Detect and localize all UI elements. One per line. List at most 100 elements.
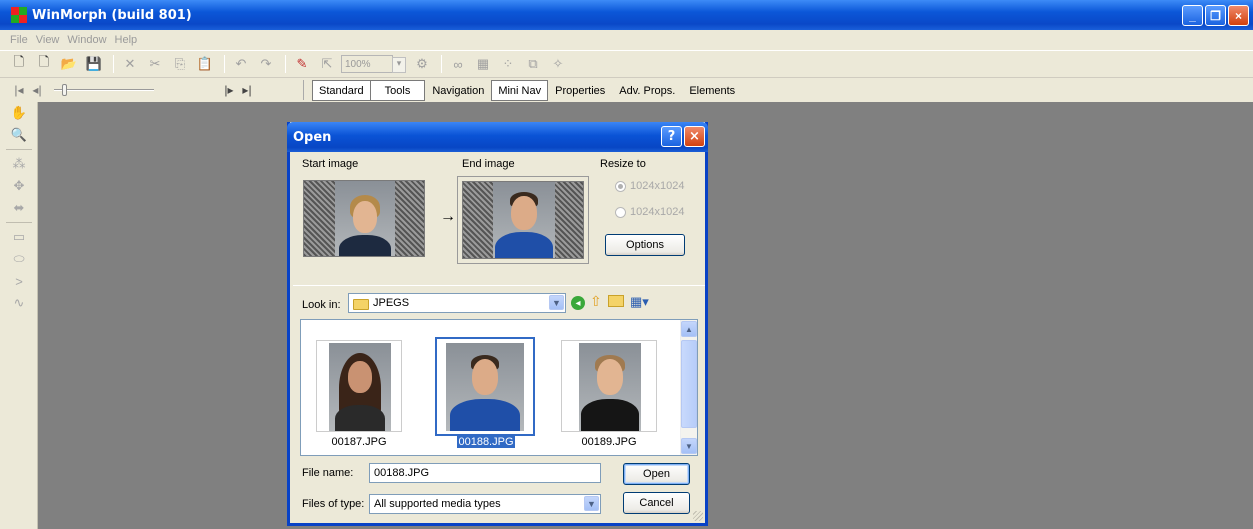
tab-properties[interactable]: Properties: [548, 80, 612, 101]
resize-option-2: 1024x1024: [615, 206, 684, 218]
frame-slider[interactable]: [54, 83, 154, 97]
scroll-down-icon[interactable]: ▼: [681, 438, 697, 454]
cut-icon[interactable]: ✂: [144, 54, 166, 74]
previous-frame-icon[interactable]: ◂|: [28, 83, 46, 97]
files-of-type-label: Files of type:: [302, 498, 365, 510]
scroll-up-icon[interactable]: ▲: [681, 321, 697, 337]
chevron-down-icon[interactable]: ▼: [549, 295, 564, 310]
portrait-photo: [579, 343, 641, 431]
folder-icon: [353, 298, 369, 310]
look-in-select[interactable]: JPEGS ▼: [348, 293, 566, 313]
chevron-down-icon[interactable]: ▼: [584, 496, 599, 511]
edit-icon[interactable]: ✎: [291, 54, 313, 74]
files-of-type-select[interactable]: All supported media types ▼: [369, 494, 601, 514]
morph-arrow: →: [440, 208, 456, 225]
link-icon[interactable]: ∞: [447, 54, 469, 74]
radio-button[interactable]: [615, 206, 626, 218]
pointer-icon[interactable]: ⇱: [316, 54, 338, 74]
slider-handle[interactable]: [62, 84, 67, 96]
restore-button[interactable]: ❐: [1205, 5, 1226, 26]
hand-icon[interactable]: ✋: [0, 102, 38, 124]
tab-navigation[interactable]: Navigation: [425, 80, 491, 101]
main-toolbar: 🗋 🗋 📂 💾 ✕ ✂ ⎘ 📋 ↶ ↷ ✎ ⇱ 100% ⚙ ∞ ▦ ⁘ ⧉ ✧: [0, 50, 1253, 77]
left-tool-panel: ✋ 🔍 ⁂ ✥ ⬌ ▭ ⬭ > ∿: [0, 102, 38, 529]
menu-window[interactable]: Window: [67, 34, 106, 46]
open-folder-icon[interactable]: 📂: [58, 54, 80, 74]
vertical-scrollbar[interactable]: ▲ ▼: [680, 320, 697, 455]
last-frame-icon[interactable]: ▸|: [238, 83, 256, 97]
portrait-photo: [329, 343, 391, 431]
minimize-button[interactable]: _: [1182, 5, 1203, 26]
radio-button-selected[interactable]: [615, 180, 626, 192]
copy-icon[interactable]: ⎘: [169, 54, 191, 74]
file-thumbnail-00187[interactable]: [316, 340, 402, 432]
redo-icon[interactable]: ↷: [255, 54, 277, 74]
resize-icon[interactable]: ⬌: [0, 197, 38, 219]
tab-standard[interactable]: Standard: [312, 80, 371, 101]
menu-view[interactable]: View: [36, 34, 60, 46]
curve-icon[interactable]: ∿: [0, 292, 38, 314]
back-icon[interactable]: ◂: [571, 296, 585, 310]
next-frame-icon[interactable]: |▸: [220, 83, 238, 97]
navigation-toolbar: |◂ ◂| |▸ ▸| Standard Tools Navigation Mi…: [0, 77, 1253, 102]
file-thumbnail-00189[interactable]: [561, 340, 657, 432]
file-name-00188[interactable]: 00188.JPG: [451, 436, 521, 448]
points-icon[interactable]: ⁘: [497, 54, 519, 74]
view-menu-icon[interactable]: ▦▾: [630, 294, 649, 310]
new-file-icon[interactable]: 🗋: [33, 54, 55, 74]
start-image-label: Start image: [302, 158, 359, 170]
file-name-input[interactable]: 00188.JPG: [369, 463, 601, 483]
start-portrait-photo: [335, 181, 395, 256]
look-in-label: Look in:: [302, 299, 341, 311]
new-project-icon[interactable]: 🗋: [8, 54, 30, 74]
tab-tools[interactable]: Tools: [369, 80, 426, 101]
panel-tabs: Standard Tools Navigation Mini Nav Prope…: [312, 80, 742, 101]
magnifier-icon[interactable]: 🔍: [0, 124, 38, 146]
morph-settings-icon[interactable]: ⚙: [411, 54, 433, 74]
menu-bar: File View Window Help: [0, 30, 1253, 50]
help-button[interactable]: ?: [661, 126, 682, 147]
cancel-button[interactable]: Cancel: [623, 492, 690, 514]
delete-icon[interactable]: ✕: [119, 54, 141, 74]
resize-grip-icon[interactable]: [693, 511, 703, 521]
effects-icon[interactable]: ✧: [547, 54, 569, 74]
dialog-close-button[interactable]: ×: [684, 126, 705, 147]
file-name-label: File name:: [302, 467, 354, 479]
scrollbar-thumb[interactable]: [681, 340, 697, 428]
undo-icon[interactable]: ↶: [230, 54, 252, 74]
file-thumbnail-00188[interactable]: [435, 337, 535, 436]
end-image-preview[interactable]: [462, 181, 584, 259]
first-frame-icon[interactable]: |◂: [10, 83, 28, 97]
menu-file[interactable]: File: [10, 34, 28, 46]
grid-icon[interactable]: ▦: [472, 54, 494, 74]
resize-to-label: Resize to: [600, 158, 646, 170]
up-folder-icon[interactable]: ⇧: [590, 293, 602, 310]
rectangle-icon[interactable]: ▭: [0, 226, 38, 248]
options-button[interactable]: Options: [605, 234, 685, 256]
zoom-select[interactable]: 100%: [341, 55, 406, 73]
file-name-00189[interactable]: 00189.JPG: [571, 436, 647, 448]
end-portrait-photo: [493, 182, 555, 258]
tab-elements[interactable]: Elements: [682, 80, 742, 101]
menu-help[interactable]: Help: [115, 34, 138, 46]
save-icon[interactable]: 💾: [83, 54, 105, 74]
open-button[interactable]: Open: [623, 463, 690, 485]
paste-icon[interactable]: 📋: [194, 54, 216, 74]
dialog-title: Open: [293, 129, 332, 145]
app-title: WinMorph (build 801): [32, 7, 192, 23]
tab-mini-nav[interactable]: Mini Nav: [491, 80, 549, 101]
portrait-photo: [446, 343, 524, 431]
close-window-button[interactable]: ×: [1228, 5, 1249, 26]
point-tool-icon[interactable]: ⁂: [0, 153, 38, 175]
end-image-container: [457, 176, 589, 264]
tab-adv-props[interactable]: Adv. Props.: [612, 80, 682, 101]
frame-icon[interactable]: ⧉: [522, 54, 544, 74]
resize-option-1: 1024x1024: [615, 180, 684, 192]
move-icon[interactable]: ✥: [0, 175, 38, 197]
ellipse-icon[interactable]: ⬭: [0, 248, 38, 270]
new-folder-icon[interactable]: [608, 295, 624, 307]
file-list[interactable]: 00187.JPG 00188.JPG 00189.JPG ▲ ▼: [300, 319, 698, 456]
start-image-preview[interactable]: [303, 180, 425, 257]
line-icon[interactable]: >: [0, 270, 38, 292]
file-name-00187[interactable]: 00187.JPG: [321, 436, 397, 448]
